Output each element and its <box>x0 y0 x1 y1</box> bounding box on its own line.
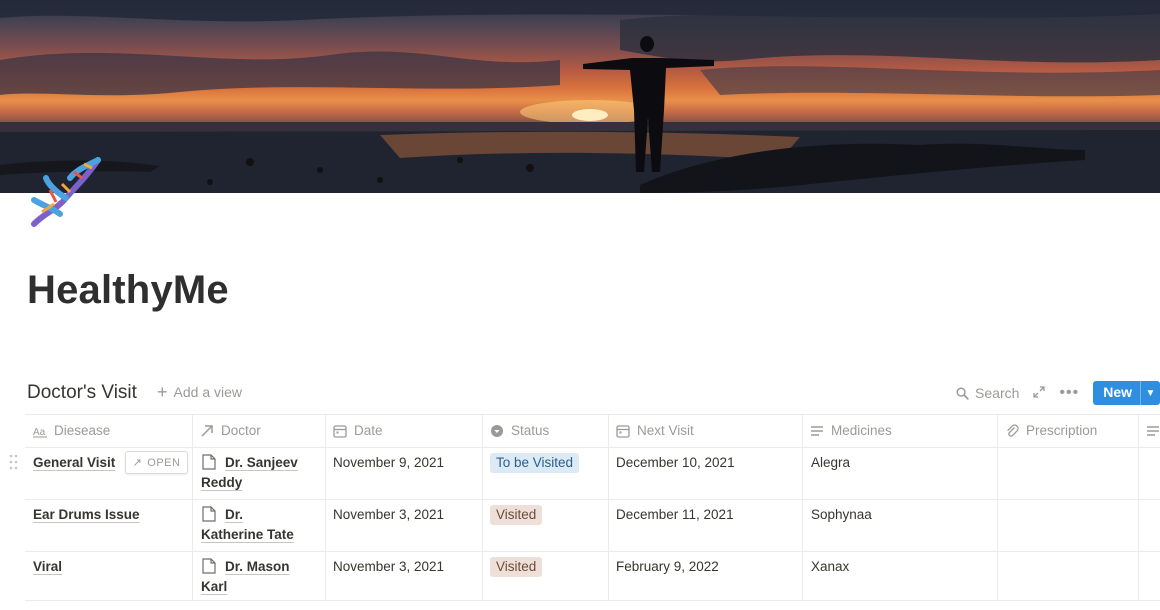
select-circle-icon <box>490 424 504 438</box>
column-header-label: Next Visit <box>637 423 694 438</box>
column-header-disease[interactable]: Aa Diesease <box>25 414 192 447</box>
date-value[interactable]: November 3, 2021 <box>333 557 444 577</box>
relation-arrow-icon <box>200 424 214 438</box>
database-title[interactable]: Doctor's Visit <box>27 382 137 404</box>
table-divider <box>25 600 1160 601</box>
svg-text:Aa: Aa <box>33 427 46 438</box>
database-toolbar: Search ••• New ▼ <box>956 380 1160 406</box>
doctor-name-line2: Karl <box>201 579 228 594</box>
doctor-name-line1: Dr. Mason <box>225 559 290 574</box>
table-divider <box>25 551 1160 552</box>
database-table: Aa Diesease Doctor Date Status Next Visi… <box>25 414 1160 610</box>
column-header-doctor[interactable]: Doctor <box>192 414 325 447</box>
page-title[interactable]: HealthyMe <box>27 268 229 313</box>
dna-icon[interactable] <box>26 152 106 232</box>
text-lines-icon <box>1146 424 1160 438</box>
medicines-value[interactable]: Alegra <box>811 453 850 473</box>
database-header: Doctor's Visit + Add a view Search ••• N… <box>27 380 1160 408</box>
column-header-label: Diesease <box>54 423 111 438</box>
table-divider <box>25 447 1160 448</box>
doctor-name-line1: Dr. <box>225 507 244 522</box>
new-button-label: New <box>1103 384 1132 400</box>
cover-image[interactable] <box>0 0 1160 193</box>
status-badge[interactable]: Visited <box>490 557 543 577</box>
open-label: OPEN <box>147 456 181 469</box>
column-header-more[interactable] <box>1138 414 1160 447</box>
medicines-value[interactable]: Sophynaa <box>811 505 872 525</box>
status-badge[interactable]: To be Visited <box>490 453 580 473</box>
expand-arrow-icon: ↗ <box>132 457 143 469</box>
search-icon <box>956 386 969 400</box>
doctor-link[interactable]: Dr. Sanjeev Reddy <box>201 453 321 493</box>
medicines-value[interactable]: Xanax <box>811 557 849 577</box>
column-header-next-visit[interactable]: Next Visit <box>608 414 802 447</box>
disease-title[interactable]: General Visit <box>33 453 115 473</box>
table-divider <box>25 499 1160 500</box>
next-visit-value[interactable]: February 9, 2022 <box>616 557 719 577</box>
calendar-icon <box>333 424 347 438</box>
column-header-medicines[interactable]: Medicines <box>802 414 997 447</box>
more-options-icon[interactable]: ••• <box>1059 384 1079 402</box>
plus-icon: + <box>157 382 168 402</box>
sunset-silhouette-illustration <box>0 0 1160 193</box>
add-view-button[interactable]: + Add a view <box>157 382 242 402</box>
calendar-icon <box>616 424 630 438</box>
column-header-label: Medicines <box>831 423 892 438</box>
new-button[interactable]: New ▼ <box>1093 381 1160 405</box>
paperclip-icon <box>1005 423 1019 438</box>
doctor-name-line1: Dr. Sanjeev <box>225 455 298 470</box>
add-view-label: Add a view <box>173 384 242 400</box>
date-value[interactable]: November 3, 2021 <box>333 505 444 525</box>
search-button[interactable]: Search <box>956 385 1019 401</box>
column-header-label: Date <box>354 423 383 438</box>
column-header-label: Prescription <box>1026 423 1098 438</box>
expand-icon[interactable] <box>1033 385 1046 401</box>
disease-title[interactable]: Ear Drums Issue <box>33 505 140 525</box>
doctor-link[interactable]: Dr. Mason Karl <box>201 557 321 597</box>
disease-title[interactable]: Viral <box>33 557 62 577</box>
page: HealthyMe Doctor's Visit + Add a view Se… <box>0 0 1160 610</box>
doctor-name-line2: Katherine Tate <box>201 527 294 542</box>
status-badge[interactable]: Visited <box>490 505 543 525</box>
text-aa-icon: Aa <box>33 424 47 438</box>
column-header-date[interactable]: Date <box>325 414 482 447</box>
date-value[interactable]: November 9, 2021 <box>333 453 444 473</box>
text-lines-icon <box>810 424 824 438</box>
next-visit-value[interactable]: December 11, 2021 <box>616 505 734 525</box>
drag-handle-icon[interactable] <box>9 453 19 471</box>
doctor-link[interactable]: Dr. Katherine Tate <box>201 505 321 545</box>
chevron-down-icon[interactable]: ▼ <box>1140 381 1160 405</box>
open-button[interactable]: ↗ OPEN <box>125 451 188 474</box>
column-header-label: Doctor <box>221 423 261 438</box>
column-header-status[interactable]: Status <box>482 414 608 447</box>
column-header-prescription[interactable]: Prescription <box>997 414 1138 447</box>
column-header-label: Status <box>511 423 550 438</box>
next-visit-value[interactable]: December 10, 2021 <box>616 453 735 473</box>
doctor-name-line2: Reddy <box>201 475 243 490</box>
search-label: Search <box>975 385 1020 401</box>
